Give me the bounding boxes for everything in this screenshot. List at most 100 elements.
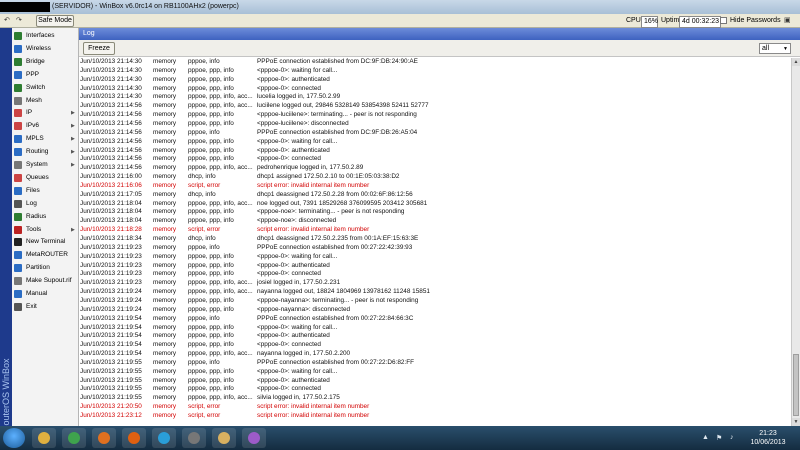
sidebar-item-exit[interactable]: Exit: [12, 301, 78, 313]
log-row[interactable]: Jun/10/2013 21:14:56 memory pppoe, info PPP…: [80, 129, 791, 137]
log-row[interactable]: Jun/10/2013 21:16:06 memory script, error s…: [80, 182, 791, 190]
taskbar-app-media-player[interactable]: [92, 428, 116, 448]
log-row[interactable]: Jun/10/2013 21:19:55 memory pppoe, ppp, in…: [80, 377, 791, 385]
sidebar-item-tools[interactable]: Tools ▶: [12, 224, 78, 236]
sidebar-item-files[interactable]: Files: [12, 185, 78, 197]
sidebar-item-interfaces[interactable]: Interfaces: [12, 30, 78, 42]
sidebar-item-metarouter[interactable]: MetaROUTER: [12, 249, 78, 261]
sidebar-item-new-terminal[interactable]: New Terminal: [12, 236, 78, 248]
manual-icon: [14, 290, 22, 298]
log-time-cell: Jun/10/2013 21:19:23: [80, 243, 142, 251]
sidebar-item-ppp[interactable]: PPP: [12, 69, 78, 81]
log-buffer-cell: memory: [153, 394, 177, 402]
log-row[interactable]: Jun/10/2013 21:14:30 memory pppoe, ppp, in…: [80, 67, 791, 75]
sidebar-item-ipv6[interactable]: IPv6 ▶: [12, 120, 78, 132]
taskbar-app-firefox[interactable]: [122, 428, 146, 448]
sidebar-item-routing[interactable]: Routing ▶: [12, 146, 78, 158]
log-row[interactable]: Jun/10/2013 21:19:24 memory pppoe, ppp, in…: [80, 297, 791, 305]
log-row[interactable]: Jun/10/2013 21:19:24 memory pppoe, ppp, in…: [80, 288, 791, 296]
log-row[interactable]: Jun/10/2013 21:18:04 memory pppoe, ppp, in…: [80, 208, 791, 216]
log-row[interactable]: Jun/10/2013 21:19:23 memory pppoe, ppp, in…: [80, 270, 791, 278]
log-row[interactable]: Jun/10/2013 21:19:24 memory pppoe, ppp, in…: [80, 306, 791, 314]
log-row[interactable]: Jun/10/2013 21:19:55 memory pppoe, ppp, in…: [80, 385, 791, 393]
log-message-cell: nayanna logged out, 18824 1804969 139781…: [257, 288, 430, 296]
taskbar-clock[interactable]: 21:23 10/06/2013: [746, 429, 790, 447]
freeze-button[interactable]: Freeze: [83, 42, 115, 55]
log-row[interactable]: Jun/10/2013 21:16:00 memory dhcp, info dhcp…: [80, 173, 791, 181]
log-row[interactable]: Jun/10/2013 21:14:56 memory pppoe, ppp, in…: [80, 102, 791, 110]
taskbar-app-winbox[interactable]: [182, 428, 206, 448]
log-row[interactable]: Jun/10/2013 21:18:28 memory script, error s…: [80, 226, 791, 234]
taskbar-app-explorer[interactable]: [32, 428, 56, 448]
log-row[interactable]: Jun/10/2013 21:18:04 memory pppoe, ppp, in…: [80, 217, 791, 225]
log-buffer-cell: memory: [153, 376, 177, 384]
sidebar-item-bridge[interactable]: Bridge: [12, 56, 78, 68]
log-topics-cell: pppoe, ppp, info: [188, 119, 234, 127]
log-row[interactable]: Jun/10/2013 21:14:30 memory pppoe, ppp, in…: [80, 85, 791, 93]
log-row[interactable]: Jun/10/2013 21:23:12 memory script, error s…: [80, 412, 791, 420]
log-buffer-cell: memory: [153, 358, 177, 366]
log-row[interactable]: Jun/10/2013 21:17:05 memory dhcp, info dhcp…: [80, 191, 791, 199]
log-row[interactable]: Jun/10/2013 21:18:04 memory pppoe, ppp, in…: [80, 200, 791, 208]
submenu-arrow-icon: ▶: [71, 136, 75, 143]
sidebar-item-system[interactable]: System ▶: [12, 159, 78, 171]
log-topics-cell: pppoe, info: [188, 128, 220, 136]
log-row[interactable]: Jun/10/2013 21:19:54 memory pppoe, ppp, in…: [80, 350, 791, 358]
log-scrollbar[interactable]: ▲ ▼: [791, 58, 800, 426]
log-topics-cell: pppoe, ppp, info, acc...: [188, 93, 253, 101]
sidebar-item-mesh[interactable]: Mesh: [12, 95, 78, 107]
scroll-thumb[interactable]: [793, 354, 799, 416]
taskbar-app-skype[interactable]: [152, 428, 176, 448]
log-row[interactable]: Jun/10/2013 21:19:54 memory pppoe, ppp, in…: [80, 324, 791, 332]
sidebar-item-queues[interactable]: Queues: [12, 172, 78, 184]
scroll-down-icon[interactable]: ▼: [792, 418, 800, 426]
sidebar-item-radius[interactable]: Radius: [12, 211, 78, 223]
log-time-cell: Jun/10/2013 21:19:24: [80, 288, 142, 296]
hide-passwords-checkbox[interactable]: [720, 17, 727, 24]
log-message-cell: <pppoe-0>: authenticated: [257, 146, 330, 154]
sidebar-item-make-supout-rif[interactable]: Make Supout.rif: [12, 275, 78, 287]
sidebar-item-log[interactable]: Log: [12, 198, 78, 210]
log-row[interactable]: Jun/10/2013 21:19:23 memory pppoe, ppp, in…: [80, 262, 791, 270]
taskbar-app-folder[interactable]: [212, 428, 236, 448]
log-row[interactable]: Jun/10/2013 21:19:55 memory pppoe, ppp, in…: [80, 368, 791, 376]
log-row[interactable]: Jun/10/2013 21:19:23 memory pppoe, info PPP…: [80, 244, 791, 252]
tray-volume-icon[interactable]: ♪: [730, 434, 734, 441]
sidebar-item-wireless[interactable]: Wireless: [12, 43, 78, 55]
log-row[interactable]: Jun/10/2013 21:19:54 memory pppoe, ppp, in…: [80, 332, 791, 340]
sidebar-item-manual[interactable]: Manual: [12, 288, 78, 300]
redo-icon[interactable]: ↷: [16, 16, 22, 26]
log-row[interactable]: Jun/10/2013 21:19:23 memory pppoe, ppp, in…: [80, 279, 791, 287]
sidebar-item-mpls[interactable]: MPLS ▶: [12, 133, 78, 145]
log-topics-cell: pppoe, ppp, info, acc...: [188, 288, 253, 296]
log-row[interactable]: Jun/10/2013 21:19:54 memory pppoe, info PPP…: [80, 315, 791, 323]
log-row[interactable]: Jun/10/2013 21:14:56 memory pppoe, ppp, in…: [80, 138, 791, 146]
log-filter-select[interactable]: all ▼: [759, 43, 791, 54]
scroll-up-icon[interactable]: ▲: [792, 58, 800, 66]
sidebar-item-switch[interactable]: Switch: [12, 82, 78, 94]
log-row[interactable]: Jun/10/2013 21:14:56 memory pppoe, ppp, in…: [80, 120, 791, 128]
log-row[interactable]: Jun/10/2013 21:14:56 memory pppoe, ppp, in…: [80, 155, 791, 163]
start-button[interactable]: [3, 428, 25, 448]
log-row[interactable]: Jun/10/2013 21:20:50 memory script, error s…: [80, 403, 791, 411]
log-row[interactable]: Jun/10/2013 21:14:30 memory pppoe, ppp, in…: [80, 93, 791, 101]
sidebar-item-partition[interactable]: Partition: [12, 262, 78, 274]
log-row[interactable]: Jun/10/2013 21:19:23 memory pppoe, ppp, in…: [80, 253, 791, 261]
log-row[interactable]: Jun/10/2013 21:19:55 memory pppoe, info PPP…: [80, 359, 791, 367]
log-row[interactable]: Jun/10/2013 21:14:56 memory pppoe, ppp, in…: [80, 164, 791, 172]
tray-network-icon[interactable]: ▲: [702, 434, 709, 441]
log-row[interactable]: Jun/10/2013 21:14:56 memory pppoe, ppp, in…: [80, 147, 791, 155]
sidebar-item-ip[interactable]: IP ▶: [12, 107, 78, 119]
log-time-cell: Jun/10/2013 21:18:04: [80, 217, 142, 225]
safe-mode-button[interactable]: Safe Mode: [36, 15, 74, 27]
tray-flag-icon[interactable]: ⚑: [716, 434, 722, 442]
log-row[interactable]: Jun/10/2013 21:19:55 memory pppoe, ppp, in…: [80, 394, 791, 402]
log-row[interactable]: Jun/10/2013 21:18:34 memory dhcp, info dhcp…: [80, 235, 791, 243]
log-row[interactable]: Jun/10/2013 21:19:54 memory pppoe, ppp, in…: [80, 341, 791, 349]
log-row[interactable]: Jun/10/2013 21:14:30 memory pppoe, ppp, in…: [80, 76, 791, 84]
log-row[interactable]: Jun/10/2013 21:14:56 memory pppoe, ppp, in…: [80, 111, 791, 119]
undo-icon[interactable]: ↶: [4, 16, 10, 26]
taskbar-app-chrome[interactable]: [62, 428, 86, 448]
taskbar-app-app[interactable]: [242, 428, 266, 448]
log-row[interactable]: Jun/10/2013 21:14:30 memory pppoe, info PPP…: [80, 58, 791, 66]
